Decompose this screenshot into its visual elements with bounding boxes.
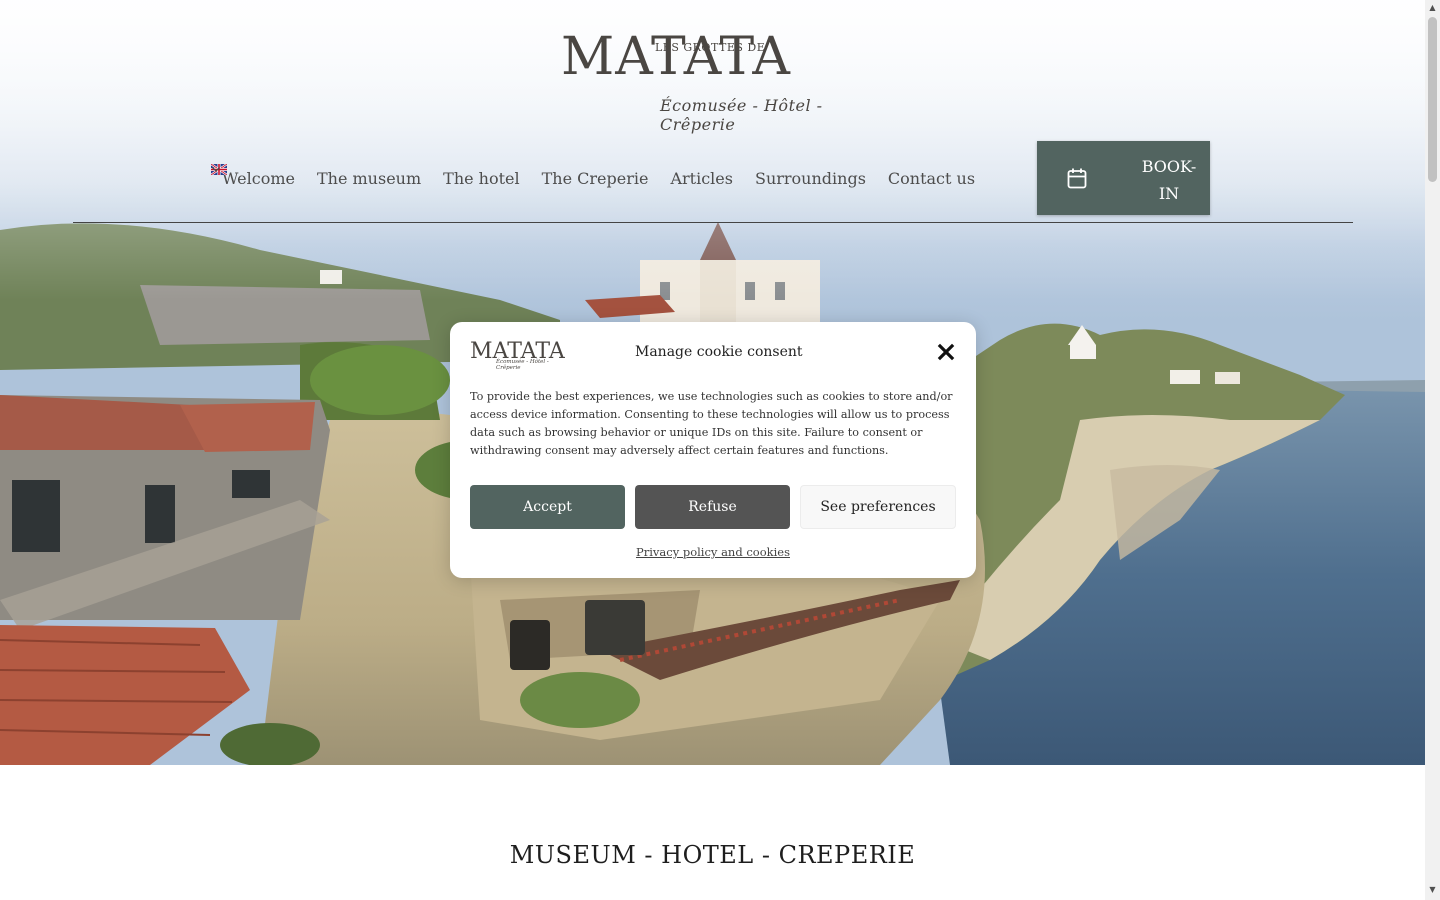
cookie-dialog-title: Manage cookie consent	[635, 344, 803, 360]
scroll-down-arrow[interactable]: ▼	[1428, 886, 1437, 894]
header-divider	[73, 222, 1353, 223]
scroll-thumb[interactable]	[1428, 17, 1437, 182]
see-preferences-button[interactable]: See preferences	[800, 485, 956, 529]
cookie-dialog-body: To provide the best experiences, we use …	[470, 390, 953, 457]
book-in-button[interactable]: BOOK-IN	[1037, 141, 1210, 215]
logo-name: MATATA	[561, 27, 791, 87]
nav-item-creperie[interactable]: The Creperie	[542, 169, 649, 188]
nav-item-welcome[interactable]: Welcome	[222, 169, 295, 188]
cookie-dialog-logo: MATATA Écomusée - Hôtel - Crêperie	[468, 337, 570, 371]
main-nav: Welcome The museum The hotel The Creperi…	[211, 164, 997, 192]
nav-item-hotel[interactable]: The hotel	[443, 169, 519, 188]
nav-item-museum[interactable]: The museum	[317, 169, 421, 188]
page-scrollbar[interactable]: ▲ ▼	[1425, 0, 1440, 900]
nav-item-articles[interactable]: Articles	[670, 169, 733, 188]
logo-tagline: Écomusée - Hôtel - Crêperie	[660, 96, 823, 134]
close-icon[interactable]	[937, 343, 955, 361]
scroll-up-arrow[interactable]: ▲	[1428, 4, 1437, 12]
cookie-consent-dialog: MATATA Écomusée - Hôtel - Crêperie Manag…	[450, 322, 976, 578]
page-heading: MUSEUM - HOTEL - CREPERIE	[509, 841, 916, 869]
refuse-button[interactable]: Refuse	[635, 485, 790, 529]
nav-item-surroundings[interactable]: Surroundings	[755, 169, 866, 188]
accept-button[interactable]: Accept	[470, 485, 625, 529]
book-in-label: BOOK-IN	[1141, 157, 1197, 203]
cookie-logo-tagline: Écomusée - Hôtel - Crêperie	[496, 359, 549, 371]
calendar-icon	[1067, 168, 1087, 189]
chevron-down-icon	[212, 167, 220, 172]
site-logo[interactable]: Les Grottes de MATATA Écomusée - Hôtel -…	[560, 24, 870, 134]
privacy-policy-link[interactable]: Privacy policy and cookies	[450, 545, 976, 559]
nav-item-contact[interactable]: Contact us	[888, 169, 975, 188]
